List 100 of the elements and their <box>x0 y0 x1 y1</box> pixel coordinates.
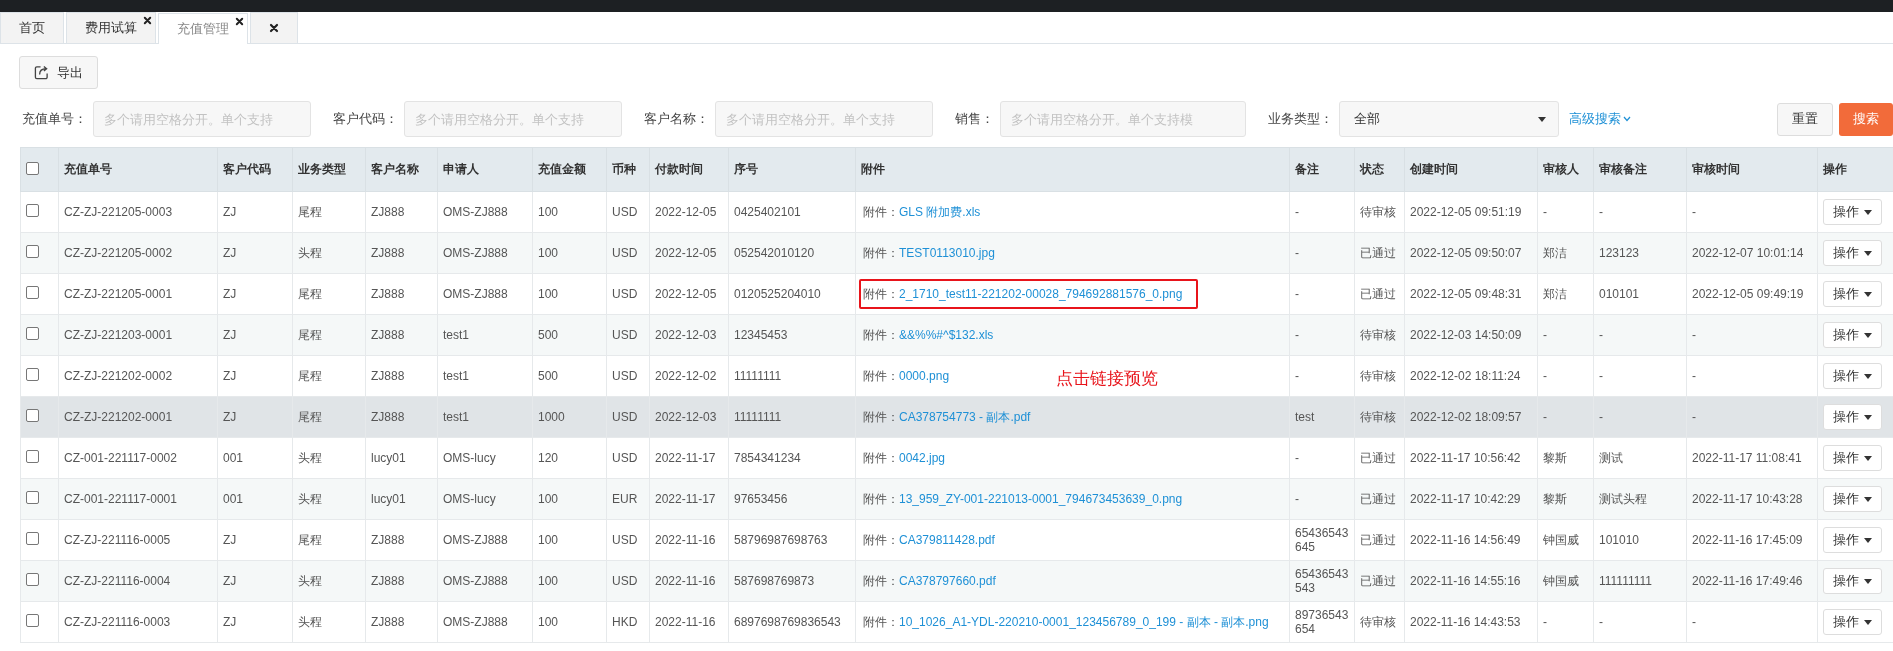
file-link[interactable]: GLS 附加费.xls <box>899 205 981 219</box>
action-button[interactable]: 操作 <box>1823 609 1882 635</box>
table-cell: ZJ <box>217 519 293 561</box>
table-cell: - <box>1593 314 1687 356</box>
table-cell: 100 <box>532 560 607 602</box>
chevron-icon <box>1623 116 1631 122</box>
action-button[interactable]: 操作 <box>1823 199 1882 225</box>
table-cell: 待审核 <box>1354 355 1405 397</box>
table-cell: OMS-ZJ888 <box>437 273 533 315</box>
table-cell: 已通过 <box>1354 519 1405 561</box>
table-cell: 黎斯 <box>1537 478 1594 520</box>
table-cell: 尾程 <box>292 355 366 397</box>
action-button[interactable]: 操作 <box>1823 240 1882 266</box>
attachment-label: 附件： <box>863 205 899 219</box>
table-cell: 2022-11-16 14:56:49 <box>1404 519 1538 561</box>
table-cell: 尾程 <box>292 273 366 315</box>
file-link[interactable]: 0042.jpg <box>899 451 946 465</box>
table-cell: - <box>1289 232 1355 274</box>
checkbox[interactable] <box>26 368 39 381</box>
checkbox[interactable] <box>26 409 39 422</box>
table-cell: 2022-11-16 <box>649 560 729 602</box>
table-cell: ZJ888 <box>365 273 438 315</box>
checkbox[interactable] <box>26 161 39 175</box>
checkbox[interactable] <box>26 450 39 463</box>
table-cell: ZJ <box>217 396 293 438</box>
table-cell: 待审核 <box>1354 601 1405 643</box>
action-button[interactable]: 操作 <box>1823 404 1882 430</box>
table-cell: CZ-001-221117-0001 <box>58 478 218 520</box>
filter-label: 客户代码： <box>333 110 398 128</box>
close-tabs-tab[interactable] <box>250 12 298 43</box>
table-cell: 123123 <box>1593 232 1687 274</box>
table-cell: 2022-12-02 18:11:24 <box>1404 355 1538 397</box>
checkbox[interactable] <box>26 286 39 299</box>
action-button[interactable]: 操作 <box>1823 322 1882 348</box>
column-header: 币种 <box>606 147 650 192</box>
table-cell: 2022-11-17 <box>649 437 729 479</box>
type-select[interactable]: 全部 <box>1339 101 1559 137</box>
table-cell: USD <box>606 314 650 356</box>
table-cell: OMS-ZJ888 <box>437 191 533 233</box>
table-cell: 500 <box>532 355 607 397</box>
attachment-label: 附件： <box>863 533 899 547</box>
column-header: 审核人 <box>1537 147 1594 192</box>
export-button[interactable]: 导出 <box>19 56 98 89</box>
caret-icon <box>1864 455 1872 461</box>
checkbox[interactable] <box>26 614 39 627</box>
close-icon[interactable] <box>143 16 152 25</box>
table-cell: 100 <box>532 478 607 520</box>
file-link[interactable]: 10_1026_A1-YDL-220210-0001_123456789_0_199 - 副本 - 副本.png <box>899 615 1269 629</box>
table-cell: 已通过 <box>1354 560 1405 602</box>
checkbox[interactable] <box>26 327 39 340</box>
table-cell: ZJ888 <box>365 601 438 643</box>
table-cell: 0425402101 <box>728 191 856 233</box>
file-link[interactable]: 0000.png <box>899 369 950 383</box>
table-cell: USD <box>606 560 650 602</box>
table-cell: 黎斯 <box>1537 437 1594 479</box>
file-link[interactable]: 2_1710_test11-221202-00028_794692881576_0.png <box>899 287 1183 301</box>
reset-button[interactable]: 重置 <box>1777 102 1833 136</box>
action-button[interactable]: 操作 <box>1823 527 1882 553</box>
checkbox[interactable] <box>26 573 39 586</box>
table-cell: lucy01 <box>365 437 438 479</box>
table-cell: test1 <box>437 314 533 356</box>
action-button[interactable]: 操作 <box>1823 486 1882 512</box>
action-button[interactable]: 操作 <box>1823 445 1882 471</box>
page-tab[interactable]: 充值管理 <box>158 13 248 44</box>
table-cell: 头程 <box>292 478 366 520</box>
table-cell: - <box>1537 601 1594 643</box>
table-cell: OMS-lucy <box>437 437 533 479</box>
checkbox[interactable] <box>26 491 39 504</box>
column-header: 备注 <box>1289 147 1355 192</box>
table-cell: ZJ888 <box>365 519 438 561</box>
file-link[interactable]: CA379811428.pdf <box>899 533 995 547</box>
attachment-label: 附件： <box>863 287 899 301</box>
checkbox[interactable] <box>26 204 39 217</box>
table-cell: 2022-11-16 <box>649 601 729 643</box>
action-button[interactable]: 操作 <box>1823 363 1882 389</box>
action-button[interactable]: 操作 <box>1823 568 1882 594</box>
column-header: 状态 <box>1354 147 1405 192</box>
table-cell: OMS-ZJ888 <box>437 601 533 643</box>
caret-icon <box>1864 414 1872 420</box>
page-tab[interactable]: 费用试算 <box>66 12 156 43</box>
table-cell: 001 <box>217 437 293 479</box>
table-cell: - <box>1537 191 1594 233</box>
export-icon <box>34 65 49 80</box>
table-cell: ZJ <box>217 191 293 233</box>
checkbox[interactable] <box>26 245 39 258</box>
table-cell: OMS-ZJ888 <box>437 232 533 274</box>
table-cell: 2022-11-17 10:43:28 <box>1686 478 1818 520</box>
column-header: 申请人 <box>437 147 533 192</box>
table-cell: ZJ888 <box>365 232 438 274</box>
advanced-search-link[interactable]: 高级搜索 <box>1569 110 1631 128</box>
table-cell: 2022-12-07 10:01:14 <box>1686 232 1818 274</box>
table-cell: 头程 <box>292 560 366 602</box>
close-icon[interactable] <box>235 17 244 26</box>
page-tab[interactable]: 首页 <box>0 12 64 43</box>
table-cell: 052542010120 <box>728 232 856 274</box>
table-cell: 头程 <box>292 437 366 479</box>
action-button[interactable]: 操作 <box>1823 281 1882 307</box>
table-cell: CZ-ZJ-221205-0002 <box>58 232 218 274</box>
checkbox[interactable] <box>26 532 39 545</box>
table-cell: ZJ888 <box>365 560 438 602</box>
